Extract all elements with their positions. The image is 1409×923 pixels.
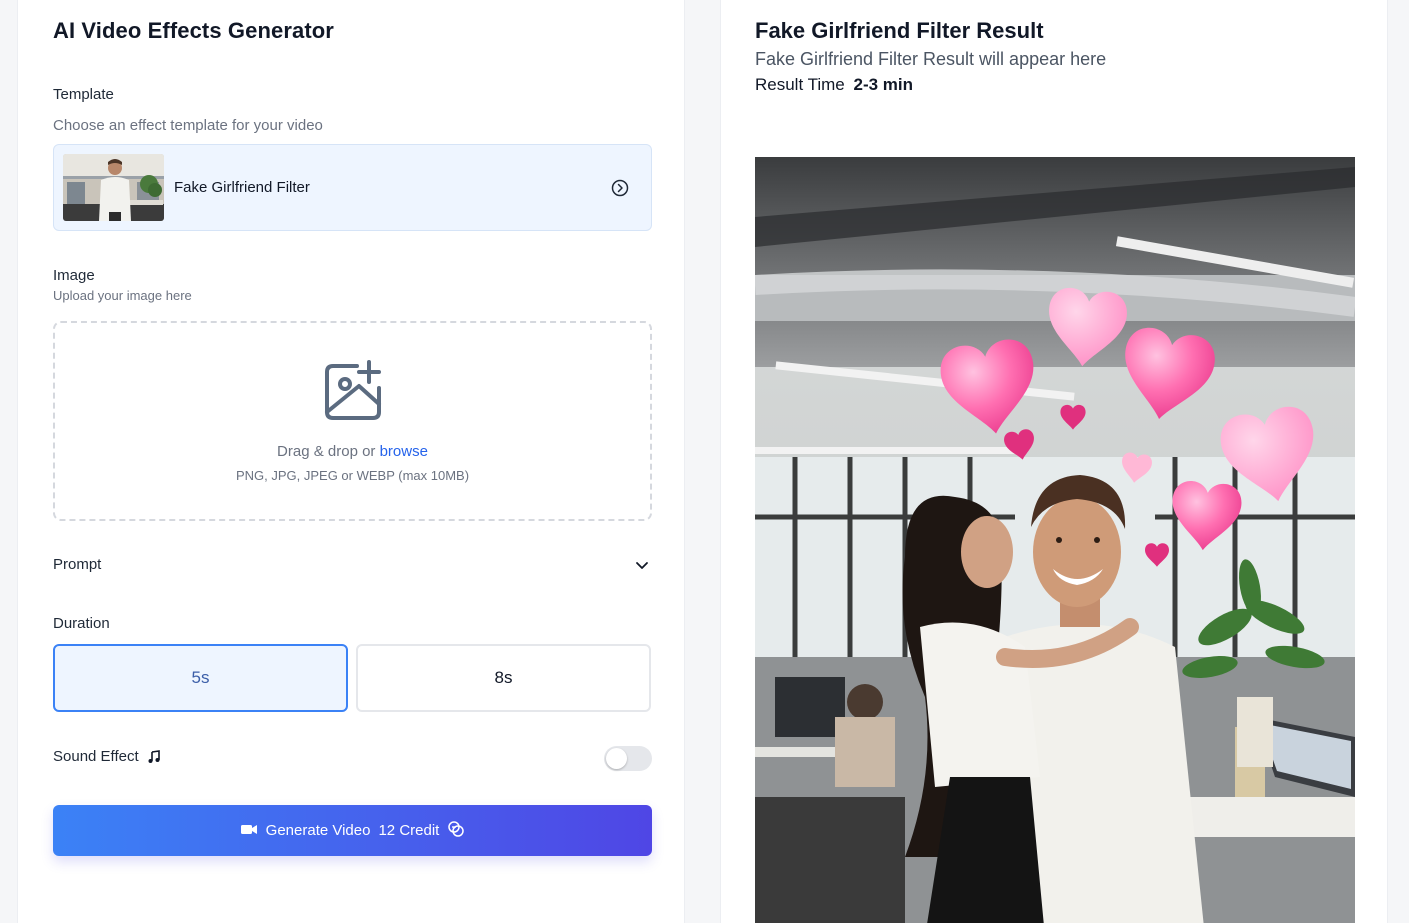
result-preview-image — [754, 157, 1357, 923]
circle-arrow-right-icon[interactable] — [611, 179, 629, 197]
generator-panel: AI Video Effects Generator Template Choo… — [17, 0, 685, 923]
toggle-knob — [606, 748, 627, 769]
generate-label: Generate Video — [265, 822, 371, 839]
result-title: Fake Girlfriend Filter Result — [755, 18, 1044, 43]
result-panel: Fake Girlfriend Filter Result Fake Girlf… — [720, 0, 1388, 923]
template-thumbnail — [63, 154, 164, 221]
sound-effect-row: Sound Effect — [53, 748, 161, 765]
duration-label: Duration — [53, 615, 110, 632]
prompt-label: Prompt — [53, 556, 102, 573]
browse-link[interactable]: browse — [380, 443, 428, 460]
image-dropzone[interactable]: Drag & drop or browse PNG, JPG, JPEG or … — [53, 321, 652, 521]
template-hint: Choose an effect template for your video — [53, 117, 323, 134]
generate-video-button[interactable]: Generate Video 12 Credit — [53, 805, 652, 856]
template-selector[interactable]: Fake Girlfriend Filter — [53, 144, 652, 231]
drop-text: Drag & drop or — [277, 443, 376, 460]
coins-icon — [447, 820, 465, 842]
music-note-icon — [147, 749, 161, 764]
result-time-value: 2-3 min — [853, 75, 914, 94]
result-time: Result Time 2-3 min — [755, 75, 913, 95]
sound-effect-label: Sound Effect — [53, 748, 139, 765]
image-hint: Upload your image here — [53, 288, 192, 303]
prompt-toggle[interactable]: Prompt — [53, 553, 652, 579]
duration-5s-button[interactable]: 5s — [53, 644, 348, 712]
result-time-label: Result Time — [755, 75, 845, 94]
template-name: Fake Girlfriend Filter — [174, 179, 310, 196]
result-placeholder-text: Fake Girlfriend Filter Result will appea… — [755, 49, 1107, 69]
template-label: Template — [53, 86, 114, 103]
dropzone-instructions: Drag & drop or browse — [55, 443, 650, 460]
image-label: Image — [53, 267, 95, 284]
generator-title: AI Video Effects Generator — [53, 18, 334, 43]
duration-8s-button[interactable]: 8s — [356, 644, 651, 712]
page: AI Video Effects Generator Template Choo… — [0, 0, 1409, 923]
video-camera-icon — [240, 820, 258, 842]
image-plus-icon — [323, 360, 385, 422]
sound-effect-toggle[interactable] — [604, 746, 652, 771]
credit-label: 12 Credit — [378, 822, 440, 839]
chevron-down-icon — [634, 557, 650, 573]
accepted-formats: PNG, JPG, JPEG or WEBP (max 10MB) — [235, 468, 470, 483]
